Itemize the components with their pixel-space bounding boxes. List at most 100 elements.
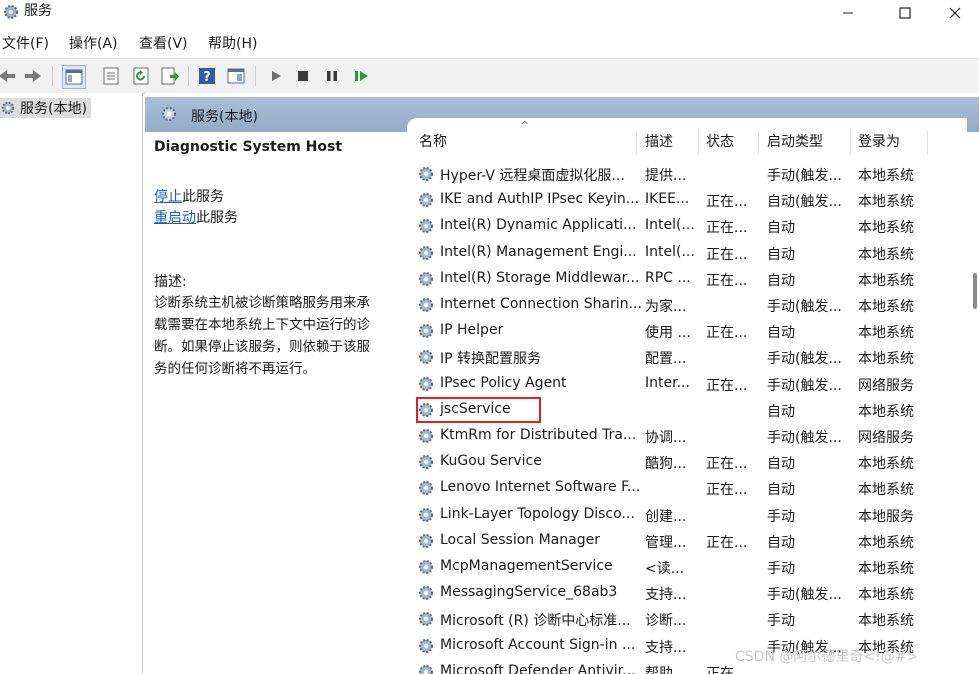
service-name: Link-Layer Topology Disco... <box>440 505 635 522</box>
menu-action[interactable]: 操作(A) <box>69 35 118 53</box>
service-row[interactable]: McpManagementService <读... 手动 本地系统 <box>407 554 967 580</box>
service-logon-as: 本地系统 <box>858 403 914 420</box>
close-icon <box>949 7 961 19</box>
help-icon: ? <box>199 68 215 85</box>
service-description: 提供... <box>645 168 687 184</box>
menu-file[interactable]: 文件(F) <box>2 35 49 53</box>
console-tree: 服务(本地) <box>0 93 143 674</box>
service-startup-type: 手动 <box>767 508 795 525</box>
column-header-description[interactable]: 描述 <box>645 131 673 151</box>
service-name: IP 转换配置服务 <box>440 351 542 368</box>
service-row[interactable]: Hyper-V 远程桌面虚拟化服... 提供... 手动(触发... 本地系统 <box>407 161 967 187</box>
help-button[interactable]: ? <box>196 65 218 87</box>
service-row[interactable]: IP 转换配置服务 配置... 手动(触发... 本地系统 <box>407 344 967 370</box>
service-row[interactable]: Microsoft (R) 诊断中心标准... 诊断... 手动 本地系统 <box>407 606 967 632</box>
services-gear-icon <box>4 5 18 19</box>
menu-bar: 文件(F) 操作(A) 查看(V) 帮助(H) <box>0 32 979 56</box>
forward-arrow-icon <box>25 70 41 82</box>
highlight-box <box>416 396 541 423</box>
description-line: 务的任何诊断将不再运行。 <box>154 361 316 377</box>
service-row[interactable]: IPsec Policy Agent Inter... 正在... 手动(触发... 网… <box>407 371 967 397</box>
stop-service-link[interactable]: 停止 <box>154 189 182 205</box>
console-tree-toggle-button[interactable] <box>62 65 86 89</box>
service-row[interactable]: jscService 自动 本地系统 <box>407 396 967 423</box>
menu-help[interactable]: 帮助(H) <box>208 35 257 53</box>
column-header-name[interactable]: 名称 <box>419 131 447 151</box>
stop-service-button[interactable] <box>292 65 314 87</box>
maximize-button[interactable] <box>882 0 928 26</box>
service-gear-icon <box>419 560 433 574</box>
service-gear-icon <box>419 612 433 627</box>
menu-view[interactable]: 查看(V) <box>139 35 188 53</box>
vertical-scrollbar[interactable] <box>972 118 979 674</box>
service-row[interactable]: Intel(R) Management Engi... Intel(... 正在..… <box>407 240 967 266</box>
properties-button[interactable] <box>100 65 122 87</box>
column-header-startup-type[interactable]: 启动类型 <box>767 131 823 151</box>
services-panel: 服务(本地) Diagnostic System Host 停止此服务 重启动此… <box>145 93 979 674</box>
service-logon-as: 本地系统 <box>858 194 914 211</box>
service-name: Hyper-V 远程桌面虚拟化服... <box>440 168 625 184</box>
service-description: RPC ... <box>645 269 691 286</box>
restart-service-link[interactable]: 重启动 <box>154 210 196 226</box>
tree-item-label: 服务(本地) <box>20 101 87 117</box>
start-service-button[interactable] <box>265 65 287 87</box>
export-list-button[interactable] <box>159 65 181 87</box>
resume-service-button[interactable] <box>350 65 372 87</box>
service-startup-type: 自动 <box>767 482 795 499</box>
back-arrow-icon <box>0 70 15 82</box>
service-logon-as: 本地系统 <box>858 299 914 315</box>
stop-action: 停止此服务 <box>154 186 224 206</box>
service-gear-icon <box>419 638 433 653</box>
tree-item-services-local[interactable]: 服务(本地) <box>0 98 91 118</box>
service-row[interactable]: KtmRm for Distributed Tra... 协调... 手动(触发..… <box>407 423 967 449</box>
service-description: 帮助... <box>645 665 687 674</box>
service-row[interactable]: Internet Connection Sharin... 为家... 手动(触发.… <box>407 292 967 318</box>
service-startup-type: 手动(触发... <box>767 351 842 368</box>
service-row[interactable]: Lenovo Internet Software F... 正在... 自动 本地系统 <box>407 475 967 501</box>
service-row[interactable]: MessagingService_68ab3 支持... 手动(触发... 本地系统 <box>407 580 967 606</box>
service-startup-type: 自动 <box>767 272 795 289</box>
service-name: Local Session Manager <box>440 531 600 548</box>
service-details: Diagnostic System Host 停止此服务 重启动此服务 描述: … <box>145 132 407 674</box>
refresh-button[interactable] <box>130 65 152 87</box>
properties-icon <box>103 67 119 85</box>
service-name: IKE and AuthIP IPsec Keyin... <box>440 191 640 208</box>
service-status: 正在... <box>706 377 748 394</box>
minimize-button[interactable] <box>825 0 871 26</box>
service-row[interactable]: Link-Layer Topology Disco... 创建... 手动 本地服务 <box>407 502 967 528</box>
close-button[interactable] <box>932 0 978 26</box>
service-logon-as: 本地系统 <box>858 325 914 342</box>
action-pane-button[interactable] <box>225 65 247 87</box>
service-description: Inter... <box>645 374 690 391</box>
service-gear-icon <box>419 376 433 391</box>
column-header-status[interactable]: 状态 <box>706 131 734 151</box>
service-name: KtmRm for Distributed Tra... <box>440 427 637 443</box>
service-logon-as: 本地系统 <box>858 351 914 368</box>
service-row[interactable]: Local Session Manager 管理... 正在... 自动 本地系统 <box>407 528 967 554</box>
service-startup-type: 手动(触发... <box>767 587 842 604</box>
service-row[interactable]: Intel(R) Storage Middlewar... RPC ... 正在..… <box>407 266 967 292</box>
column-header-logon-as[interactable]: 登录为 <box>858 131 900 151</box>
maximize-icon <box>899 7 911 19</box>
service-row[interactable]: IKE and AuthIP IPsec Keyin... IKEE... 正在..… <box>407 187 967 213</box>
play-icon <box>272 71 281 81</box>
service-startup-type: 自动 <box>767 325 795 342</box>
service-logon-as: 网络服务 <box>858 377 914 394</box>
service-row[interactable]: KuGou Service 酷狗... 正在... 自动 本地系统 <box>407 449 967 475</box>
pause-service-button[interactable] <box>321 65 343 87</box>
scrollbar-thumb[interactable] <box>973 273 977 309</box>
back-button[interactable] <box>0 65 18 87</box>
minimize-icon <box>843 12 853 14</box>
forward-button[interactable] <box>22 65 44 87</box>
service-logon-as: 本地系统 <box>858 587 914 604</box>
service-description: 支持... <box>645 639 687 656</box>
service-row[interactable]: Intel(R) Dynamic Applicati... Intel(... 正在… <box>407 213 967 239</box>
stop-icon <box>298 71 308 81</box>
service-row[interactable]: IP Helper 使用 ... 正在... 自动 本地系统 <box>407 318 967 344</box>
service-name: Microsoft (R) 诊断中心标准... <box>440 613 631 630</box>
export-list-icon <box>161 67 179 85</box>
console-tree-icon <box>65 69 83 85</box>
service-name: IPsec Policy Agent <box>440 374 567 391</box>
service-status: 正在... <box>706 272 748 289</box>
description-line: 断。如果停止该服务，则依赖于该服 <box>154 339 370 355</box>
